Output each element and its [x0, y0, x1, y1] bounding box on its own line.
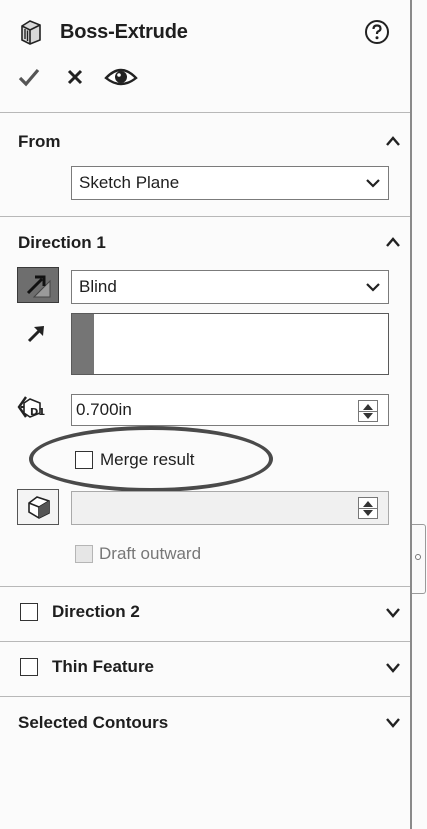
direction-arrow-icon [27, 326, 44, 343]
help-icon[interactable] [364, 19, 390, 45]
spin-divider [359, 508, 377, 509]
selected-contours-section-title[interactable]: Selected Contours [18, 712, 168, 734]
panel-border [410, 0, 412, 829]
direction1-section-title[interactable]: Direction 1 [18, 232, 106, 254]
chevron-up-icon[interactable] [385, 135, 401, 147]
depth-input[interactable]: 0.700in [71, 394, 389, 426]
from-section-title[interactable]: From [18, 131, 61, 153]
draft-angle-spinner[interactable] [358, 497, 378, 519]
divider [0, 586, 410, 587]
divider [0, 112, 410, 113]
cancel-x-icon[interactable] [62, 64, 88, 90]
chevron-down-icon [366, 283, 380, 292]
divider [0, 641, 410, 642]
highlight-ellipse [29, 426, 273, 492]
depth-spinner[interactable] [358, 400, 378, 422]
divider [0, 696, 410, 697]
start-condition-select[interactable]: Sketch Plane [71, 166, 389, 200]
draft-outward-checkbox[interactable] [75, 545, 93, 563]
depth-value: 0.700in [76, 400, 132, 419]
direction2-section-title[interactable]: Direction 2 [52, 601, 140, 623]
draft-outward-label: Draft outward [99, 544, 202, 563]
splitter-grip-icon [415, 554, 421, 560]
draft-toggle-button[interactable] [17, 489, 59, 525]
start-condition-value: Sketch Plane [79, 173, 180, 192]
spin-down-icon [363, 510, 373, 516]
spin-divider [359, 411, 377, 412]
spin-up-icon [363, 404, 373, 410]
spin-down-icon [363, 413, 373, 419]
reverse-direction-button[interactable] [17, 267, 59, 303]
direction-vector-selection-box[interactable] [71, 313, 389, 375]
panel-splitter-handle[interactable] [412, 524, 426, 594]
chevron-down-icon[interactable] [385, 661, 401, 673]
direction2-checkbox[interactable] [20, 603, 38, 621]
draft-angle-input[interactable] [71, 491, 389, 525]
divider [0, 216, 410, 217]
selection-color-bar [72, 314, 94, 374]
feature-title: Boss-Extrude [60, 21, 188, 43]
thin-feature-section-title[interactable]: Thin Feature [52, 656, 154, 678]
draft-icon [28, 496, 50, 519]
chevron-down-icon[interactable] [385, 716, 401, 728]
end-condition-value: Blind [79, 277, 117, 296]
svg-text:D1: D1 [30, 407, 45, 418]
reverse-direction-icon [26, 275, 51, 298]
extrude-feature-icon [21, 20, 41, 45]
depth-dimension-icon: D1 [17, 396, 45, 418]
chevron-up-icon[interactable] [385, 236, 401, 248]
thin-feature-checkbox[interactable] [20, 658, 38, 676]
ok-check-icon[interactable] [16, 64, 42, 90]
spin-up-icon [363, 501, 373, 507]
preview-eye-icon[interactable] [104, 64, 138, 90]
chevron-down-icon[interactable] [385, 606, 401, 618]
end-condition-select[interactable]: Blind [71, 270, 389, 304]
chevron-down-icon [366, 179, 380, 188]
